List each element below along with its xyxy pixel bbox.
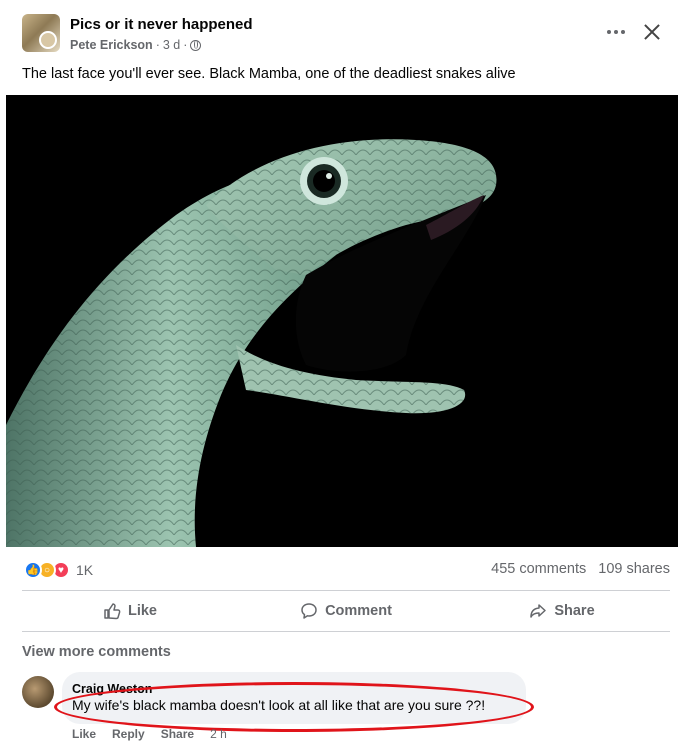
post-time[interactable]: 3 d bbox=[163, 38, 180, 52]
post-text: The last face you'll ever see. Black Mam… bbox=[22, 66, 516, 82]
meta-separator: · bbox=[183, 38, 188, 52]
like-button[interactable]: Like bbox=[22, 593, 238, 629]
comment-text: My wife's black mamba doesn't look at al… bbox=[72, 697, 486, 713]
author-avatar[interactable] bbox=[39, 31, 57, 49]
share-label: Share bbox=[554, 603, 595, 619]
comment-reply-link[interactable]: Reply bbox=[112, 727, 145, 741]
shares-count[interactable]: 109 shares bbox=[598, 561, 670, 577]
author-name[interactable]: Pete Erickson bbox=[70, 38, 153, 52]
like-reaction-icon: 👍 bbox=[24, 561, 42, 579]
comment-icon bbox=[301, 603, 317, 619]
comment-time[interactable]: 2 h bbox=[210, 727, 227, 741]
commenter-avatar[interactable] bbox=[22, 676, 54, 708]
reactions-summary[interactable]: 👍 ○ ♥ 1K bbox=[24, 560, 93, 580]
share-button[interactable]: Share bbox=[454, 593, 670, 629]
comment-actions: Like Reply Share 2 h bbox=[72, 727, 227, 741]
reaction-count[interactable]: 1K bbox=[76, 562, 93, 578]
comments-count[interactable]: 455 comments bbox=[491, 561, 586, 577]
divider bbox=[22, 590, 670, 591]
globe-icon bbox=[190, 39, 202, 51]
view-more-comments[interactable]: View more comments bbox=[22, 644, 171, 660]
comment-button[interactable]: Comment bbox=[238, 593, 454, 629]
like-label: Like bbox=[127, 603, 157, 619]
thumbs-up-icon bbox=[104, 603, 121, 620]
divider bbox=[22, 631, 670, 632]
comment-share-link[interactable]: Share bbox=[161, 727, 194, 741]
post-card: Pics or it never happened Pete Erickson … bbox=[6, 0, 678, 746]
close-icon[interactable] bbox=[638, 18, 666, 46]
post-meta: Pete Erickson · 3 d · bbox=[70, 38, 202, 52]
meta-separator: · bbox=[155, 38, 160, 52]
post-photo[interactable] bbox=[6, 95, 678, 547]
group-avatar[interactable] bbox=[22, 14, 60, 52]
post-actions: Like Comment Share bbox=[22, 593, 670, 629]
more-options-button[interactable] bbox=[602, 20, 630, 44]
share-icon bbox=[530, 604, 547, 618]
engagement-counts: 455 comments 109 shares bbox=[491, 561, 670, 577]
commenter-name[interactable]: Craig Weston bbox=[72, 682, 152, 696]
comment-like-link[interactable]: Like bbox=[72, 727, 96, 741]
group-name[interactable]: Pics or it never happened bbox=[70, 16, 253, 33]
comment-label: Comment bbox=[325, 603, 392, 619]
snake-image bbox=[6, 95, 678, 547]
